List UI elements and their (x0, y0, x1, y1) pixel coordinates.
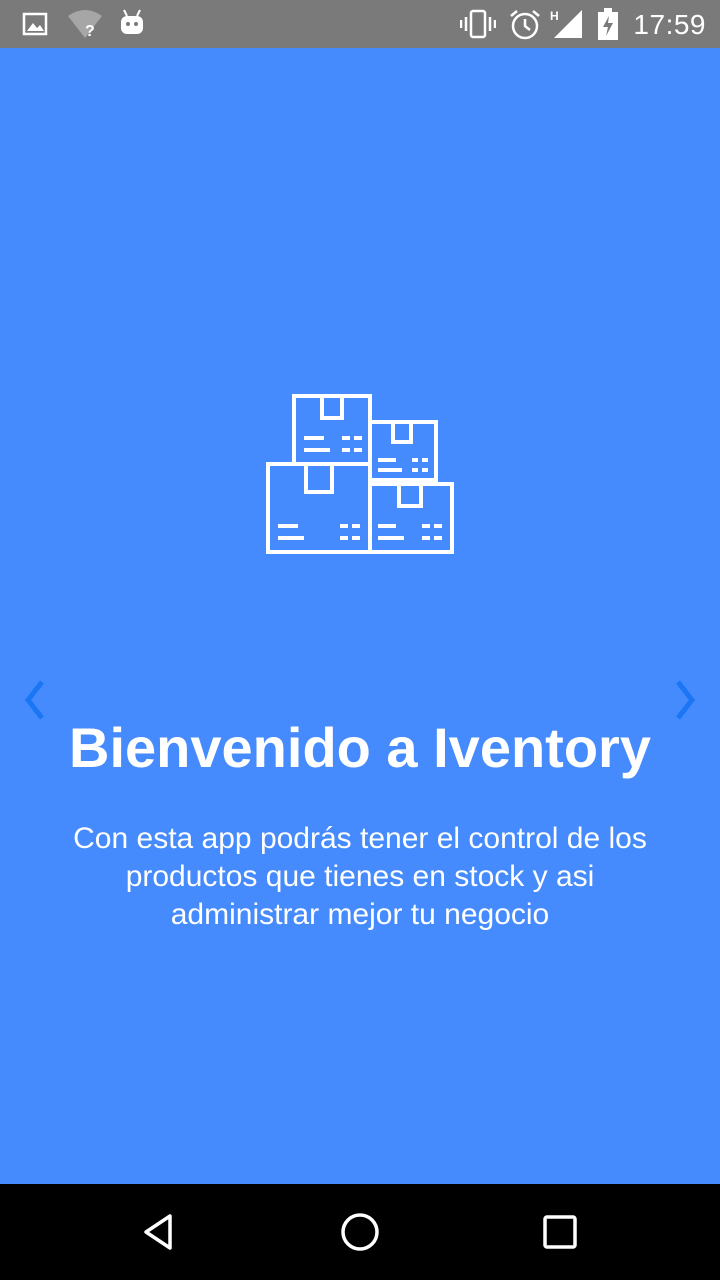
vibrate-icon (459, 8, 497, 45)
status-time: 17:59 (633, 9, 706, 40)
welcome-title: Bienvenido a Iventory (69, 716, 651, 779)
onboarding-slide[interactable]: Bienvenido a Iventory Con esta app podrá… (0, 48, 720, 1224)
image-icon (22, 8, 48, 43)
back-button[interactable] (136, 1208, 184, 1256)
recents-icon (543, 1215, 577, 1249)
home-button[interactable] (336, 1208, 384, 1256)
recents-button[interactable] (536, 1208, 584, 1256)
screen: ? H 17:59 Bienvenido a Iventory Con esta… (0, 0, 720, 1280)
wifi-unknown-icon: ? (66, 8, 104, 45)
welcome-description: Con esta app podrás tener el control de … (73, 822, 647, 931)
status-bar: ? H 17:59 (0, 0, 720, 48)
alarm-icon (508, 8, 542, 47)
svg-text:?: ? (85, 23, 95, 40)
home-icon (341, 1213, 379, 1251)
signal-type-label: H (550, 9, 559, 23)
battery-charging-icon (596, 8, 620, 47)
android-icon (118, 8, 146, 45)
system-navigation-bar (0, 1184, 720, 1280)
boxes-icon (266, 392, 454, 556)
signal-h-icon: H (550, 8, 584, 45)
back-icon (144, 1214, 172, 1250)
